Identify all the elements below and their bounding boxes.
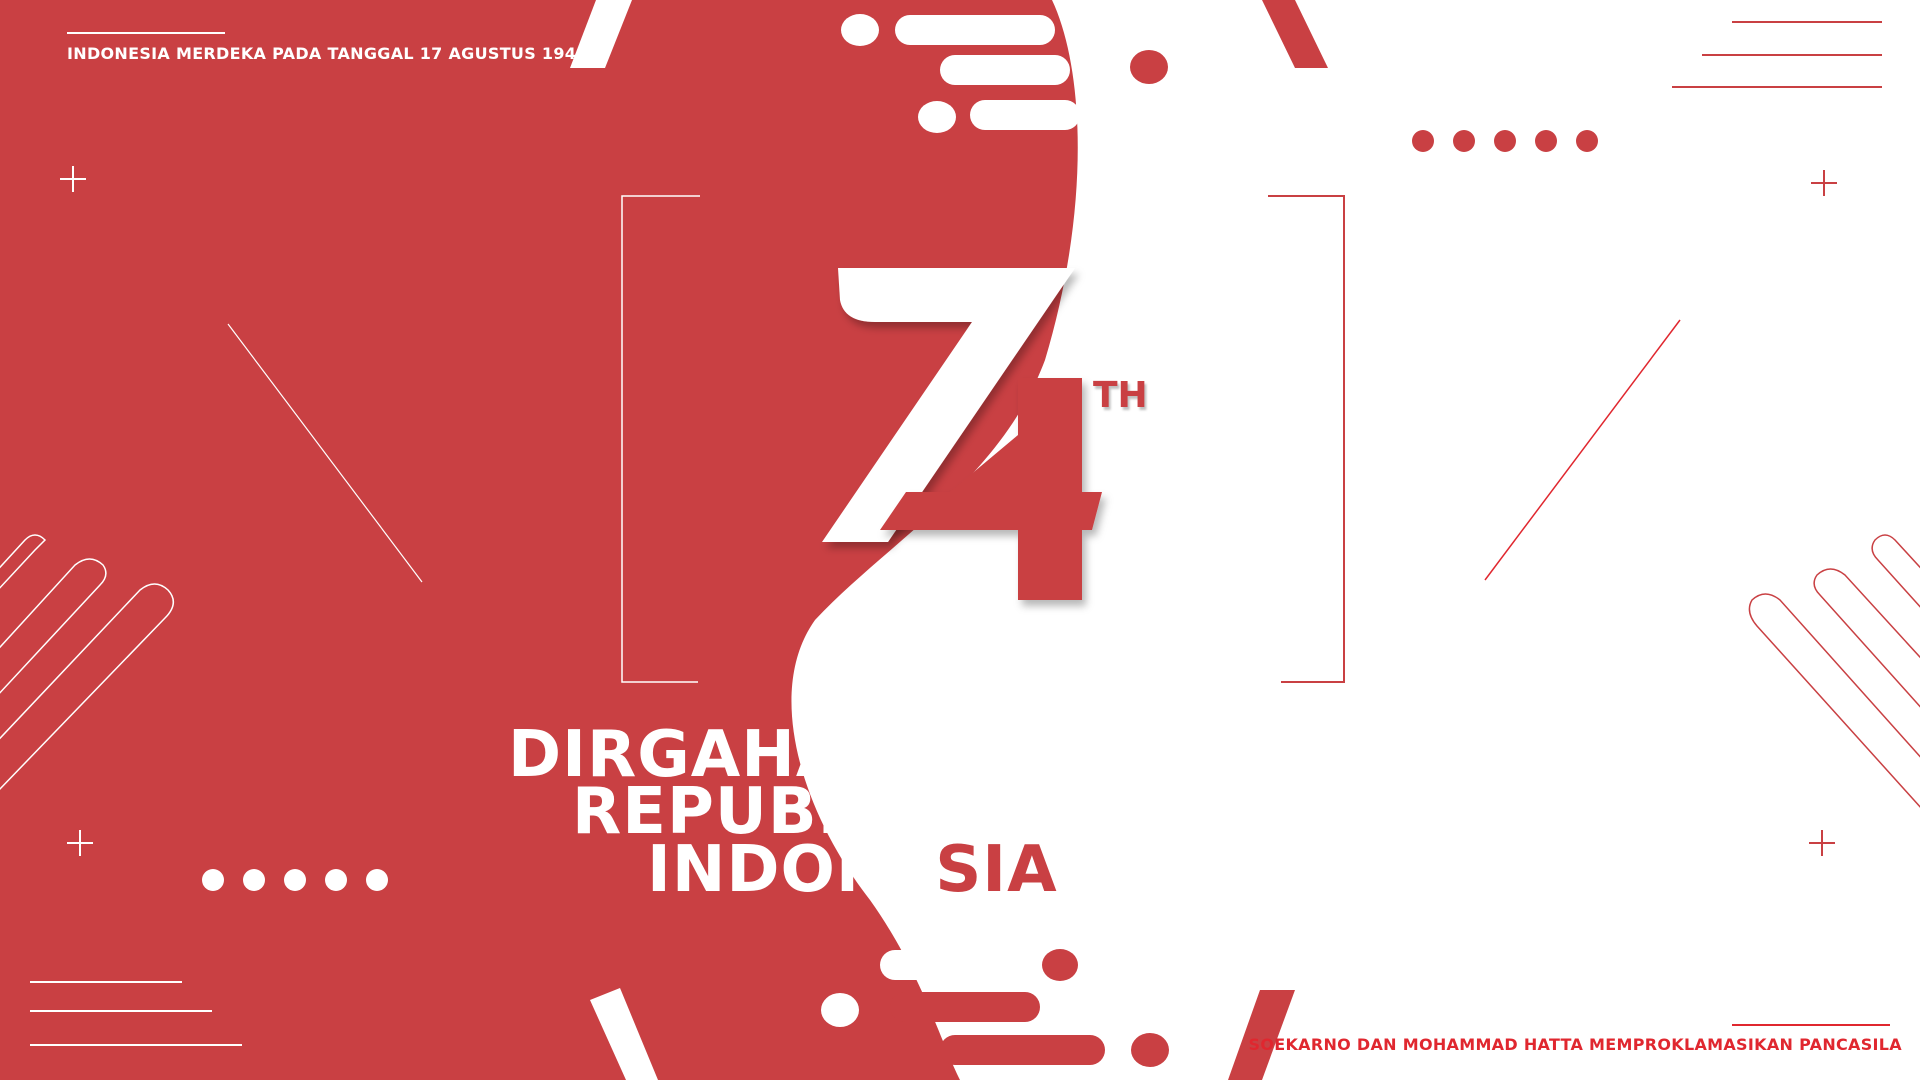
right-outline-stripes [1748, 534, 1920, 808]
bottom-caption: SOEKARNO DAN MOHAMMAD HATTA MEMPROKLAMAS… [1248, 1035, 1902, 1054]
red-dot-top [1130, 50, 1168, 84]
bottom-pill-2 [890, 992, 1040, 1022]
pill-2 [940, 55, 1070, 85]
pill-3 [970, 100, 1080, 130]
pill-circle [841, 14, 879, 46]
headline-line-3: INDONESIA [647, 838, 1058, 902]
bottom-pill-1 [880, 950, 1000, 980]
right-dot-row [1412, 130, 1598, 152]
top-right-lines [1672, 21, 1882, 88]
bottom-pill-3 [940, 1035, 1105, 1065]
background-artwork [0, 0, 1920, 1080]
top-red-slash [1262, 0, 1328, 68]
headline-line-3-red: SIA [935, 833, 1058, 907]
bottom-circle-white [1042, 949, 1078, 981]
bottom-circle-2 [1131, 1033, 1169, 1067]
pill-1 [895, 15, 1055, 45]
top-caption: INDONESIA MERDEKA PADA TANGGAL 17 AGUSTU… [67, 44, 588, 63]
headline-line-3-white: INDONE [647, 833, 936, 907]
anniversary-suffix: TH [1093, 375, 1148, 416]
poster-canvas: INDONESIA MERDEKA PADA TANGGAL 17 AGUSTU… [0, 0, 1920, 1080]
bottom-circle-1 [821, 993, 859, 1027]
cross-marks-right [1809, 170, 1837, 856]
red-wave-region [0, 0, 1078, 1080]
right-bracket [1268, 195, 1345, 683]
pill-circle-2 [918, 101, 956, 133]
right-diagonal-line [1484, 319, 1681, 581]
